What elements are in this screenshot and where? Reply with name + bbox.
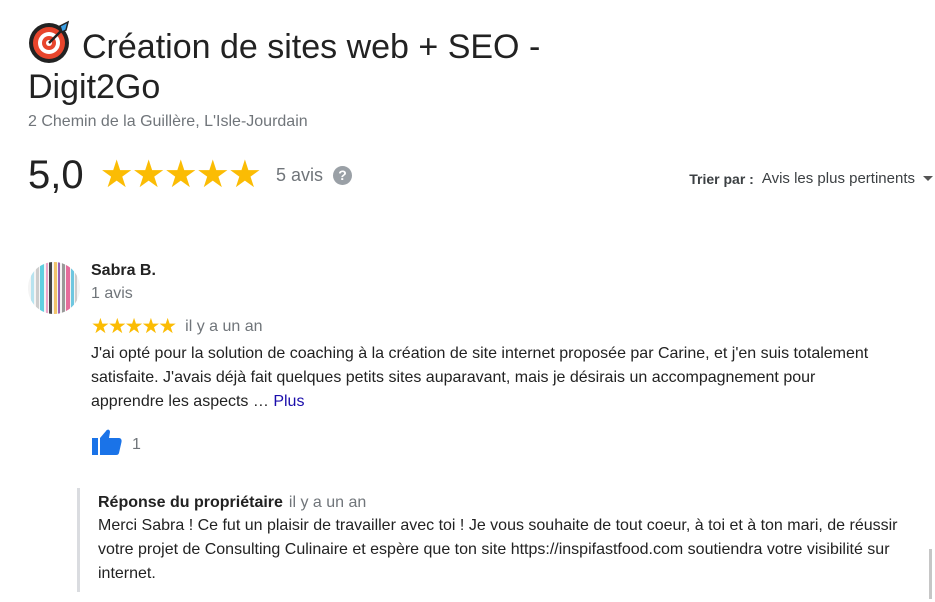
avatar[interactable] [28,262,80,314]
reviews-count: 5 avis [275,164,323,185]
business-header: Création de sites web + SEO - Digit2Go 2… [28,20,628,131]
review-body: J'ai opté pour la solution de coaching à… [91,345,869,410]
owner-reply-text: Merci Sabra ! Ce fut un plaisir de trava… [98,517,898,582]
business-title: Création de sites web + SEO - Digit2Go [28,20,628,107]
owner-reply-date: il y a un an [288,494,367,511]
rating-summary: 5,0 ★★★★★ 5 avis ? [28,150,352,200]
like-count: 1 [132,435,141,453]
review-stars: ★★★★★ [91,315,177,338]
target-logo-icon [28,20,72,64]
rating-value: 5,0 [28,152,84,197]
sort-dropdown[interactable]: Avis les plus pertinents [762,170,915,187]
thumbs-up-icon[interactable] [91,428,123,461]
help-icon[interactable]: ? [332,165,352,185]
caret-down-icon[interactable] [923,176,933,181]
sort-label: Trier par : [689,170,754,187]
business-title-text: Création de sites web + SEO - Digit2Go [28,28,541,106]
scrollbar[interactable] [929,549,932,599]
business-address: 2 Chemin de la Guillère, L'Isle-Jourdain [28,113,308,130]
like-row: 1 [91,428,141,461]
more-link[interactable]: Plus [273,393,304,410]
review-text: J'ai opté pour la solution de coaching à… [91,342,891,414]
review-meta: ★★★★★ il y a un an [91,316,263,337]
author-review-count: 1 avis [91,285,133,302]
owner-reply: Réponse du propriétaire il y a un an Merc… [77,488,918,592]
sort-control[interactable]: Trier par : Avis les plus pertinents [689,170,935,187]
review-date: il y a un an [185,317,263,335]
review-author[interactable]: Sabra B. [91,262,156,280]
owner-reply-label: Réponse du propriétaire [98,494,283,511]
rating-stars: ★★★★★ [99,154,262,196]
owner-reply-header: Réponse du propriétaire il y a un an [98,494,918,512]
